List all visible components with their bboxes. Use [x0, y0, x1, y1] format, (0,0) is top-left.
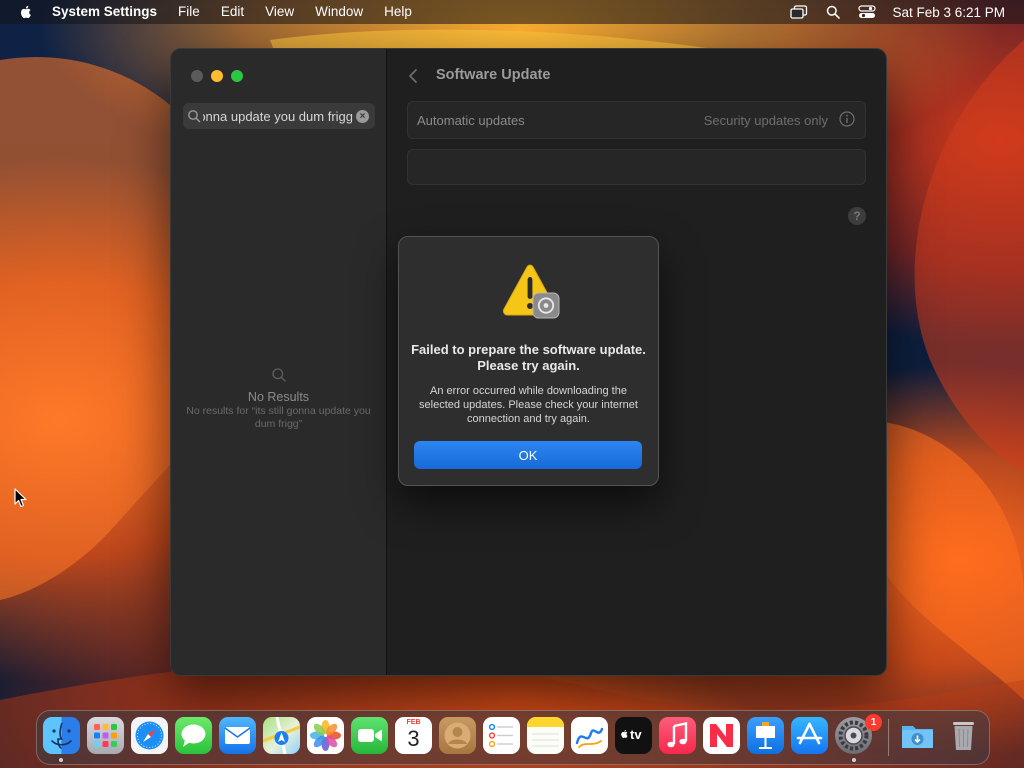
no-results-detail: No results for “its still gonna update y… [186, 405, 371, 430]
facetime-icon[interactable] [351, 717, 388, 754]
apple-menu-icon[interactable] [18, 4, 34, 20]
minimize-window-button[interactable] [211, 70, 223, 82]
automatic-updates-row: Automatic updates Security updates only [407, 101, 866, 139]
safari-icon[interactable] [131, 717, 168, 754]
downloads-folder-icon[interactable] [899, 717, 936, 754]
calendar-icon[interactable]: FEB 3 [395, 717, 432, 754]
photos-icon[interactable] [307, 717, 344, 754]
menu-window[interactable]: Window [315, 0, 363, 24]
contacts-icon[interactable] [439, 717, 476, 754]
keynote-icon[interactable] [747, 717, 784, 754]
automatic-updates-value: Security updates only [703, 113, 828, 128]
tv-icon[interactable]: tv [615, 717, 652, 754]
menu-app-name[interactable]: System Settings [52, 0, 157, 24]
spotlight-search-icon[interactable] [824, 5, 842, 19]
info-icon[interactable] [839, 111, 855, 127]
no-results-title: No Results [247, 390, 310, 404]
calendar-day: 3 [407, 726, 420, 751]
tv-label: tv [630, 727, 642, 742]
news-icon[interactable] [703, 717, 740, 754]
system-settings-running-indicator [852, 758, 856, 762]
warning-icon [502, 264, 560, 319]
notification-badge: 1 [865, 714, 882, 731]
automatic-updates-label: Automatic updates [417, 113, 525, 128]
no-results-panel: No Results No results for “its still gon… [171, 367, 386, 431]
window-controls [191, 70, 251, 82]
dock: FEB 3 tv 1 [36, 710, 990, 765]
finder-icon[interactable] [43, 717, 80, 754]
reminders-icon[interactable] [483, 717, 520, 754]
screen-mirroring-icon[interactable] [790, 5, 808, 19]
search-input[interactable] [203, 108, 353, 124]
freeform-icon[interactable] [571, 717, 608, 754]
control-center-icon[interactable] [858, 5, 877, 19]
menu-bar: System Settings File Edit View Window He… [0, 0, 1024, 24]
menu-bar-status-area: Sat Feb 3 6:21 PM [774, 0, 1005, 24]
mouse-cursor-icon [14, 488, 27, 508]
mail-icon[interactable] [219, 717, 256, 754]
trash-icon[interactable] [945, 717, 982, 754]
page-title: Software Update [436, 67, 551, 83]
search-icon [188, 110, 201, 123]
menu-edit[interactable]: Edit [221, 0, 244, 24]
notes-icon[interactable] [527, 717, 564, 754]
calendar-month: FEB [406, 719, 421, 726]
zoom-window-button[interactable] [231, 70, 243, 82]
clear-search-icon[interactable]: × [356, 109, 369, 123]
empty-settings-row [407, 149, 866, 185]
sidebar-search-field[interactable]: × [183, 103, 375, 129]
maps-icon[interactable] [263, 717, 300, 754]
messages-icon[interactable] [175, 717, 212, 754]
sidebar: × No Results No results for “its still g… [171, 49, 387, 675]
music-icon[interactable] [659, 717, 696, 754]
error-alert-dialog: Failed to prepare the software update. P… [398, 236, 659, 486]
menu-help[interactable]: Help [384, 0, 412, 24]
dock-separator [888, 719, 889, 756]
dialog-message: An error occurred while downloading the … [419, 385, 638, 425]
menu-file[interactable]: File [178, 0, 200, 24]
launchpad-icon[interactable] [87, 717, 124, 754]
help-button[interactable]: ? [848, 207, 866, 225]
menu-view[interactable]: View [265, 0, 294, 24]
menu-bar-clock[interactable]: Sat Feb 3 6:21 PM [892, 5, 1005, 20]
magnifying-glass-icon [271, 368, 286, 382]
close-window-button[interactable] [191, 70, 203, 82]
back-chevron-icon[interactable] [407, 67, 419, 85]
app-store-icon[interactable] [791, 717, 828, 754]
finder-running-indicator [59, 758, 63, 762]
dialog-title: Failed to prepare the software update. P… [411, 342, 646, 373]
ok-button[interactable]: OK [414, 441, 642, 469]
